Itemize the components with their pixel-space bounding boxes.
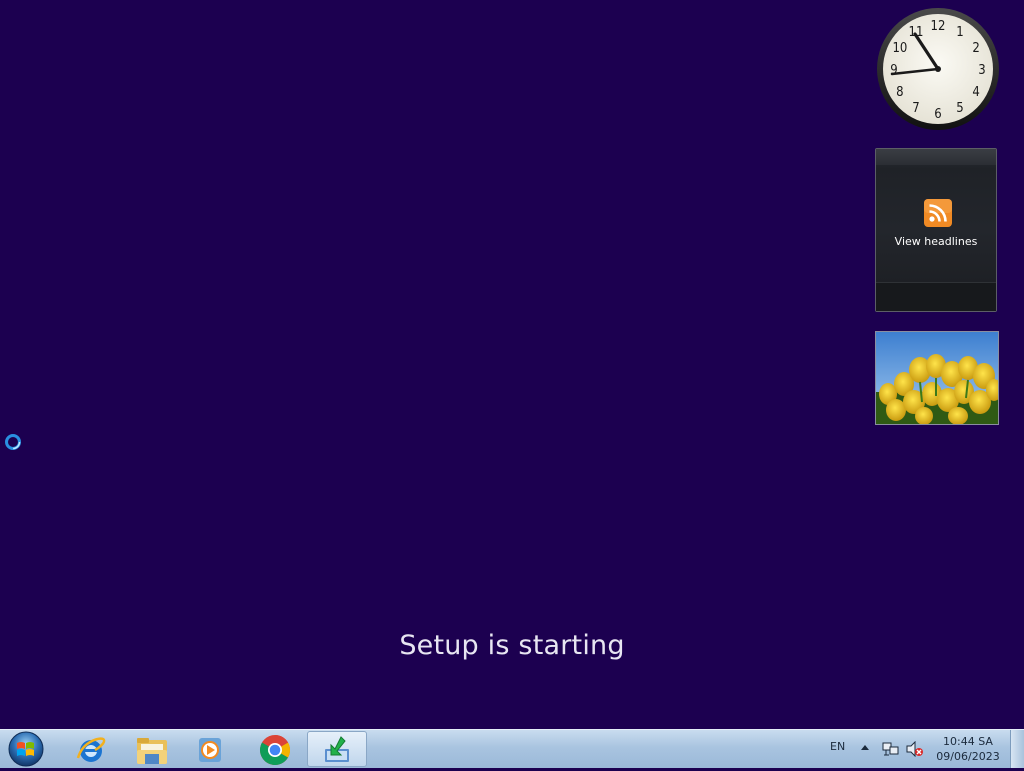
clock-numeral: 4 (972, 85, 979, 100)
clock-numeral: 7 (912, 101, 919, 116)
clock-numeral: 9 (890, 63, 897, 78)
taskbar-windows-explorer[interactable] (122, 731, 180, 767)
show-hidden-icons-arrow[interactable] (860, 743, 870, 751)
feed-gadget-footer (876, 282, 996, 311)
media-player-icon (199, 738, 221, 762)
internet-explorer-icon (76, 737, 106, 762)
desktop[interactable]: 12 1 2 3 4 5 6 7 8 9 10 11 View headlines (0, 0, 1024, 729)
clock-numeral: 3 (978, 63, 985, 78)
feed-gadget-header (876, 149, 996, 165)
slideshow-gadget[interactable] (875, 331, 999, 425)
show-desktop-button[interactable] (1010, 730, 1024, 768)
feed-headlines-gadget[interactable]: View headlines (875, 148, 997, 312)
clock-numeral: 6 (934, 107, 941, 122)
start-button[interactable] (5, 731, 47, 767)
tray-date: 09/06/2023 (936, 750, 1000, 763)
clock-numeral: 12 (931, 19, 946, 34)
taskbar: EN 10:44 SA 09/06/2023 (0, 729, 1024, 768)
clock-gadget[interactable]: 12 1 2 3 4 5 6 7 8 9 10 11 (875, 6, 1001, 132)
clock-numeral: 2 (972, 41, 979, 56)
view-headlines-label[interactable]: View headlines (876, 235, 996, 248)
tray-clock[interactable]: 10:44 SA 09/06/2023 (930, 734, 1006, 764)
tray-time: 10:44 SA (943, 735, 993, 748)
taskbar-chrome[interactable] (246, 731, 304, 767)
busy-cursor-icon (5, 434, 21, 450)
taskbar-media-player[interactable] (182, 731, 240, 767)
taskbar-internet-explorer[interactable] (62, 731, 120, 767)
chrome-icon (259, 735, 291, 766)
tulips-photo (876, 332, 998, 424)
windows-logo-icon (8, 731, 44, 767)
clock-numeral: 10 (892, 41, 907, 56)
clock-numeral: 8 (896, 85, 903, 100)
taskbar-setup[interactable] (307, 731, 367, 767)
setup-icon (325, 736, 349, 762)
language-indicator[interactable]: EN (830, 740, 845, 753)
volume-muted-icon[interactable] (906, 741, 924, 757)
clock-numeral: 1 (956, 25, 963, 40)
clock-numeral: 5 (956, 101, 963, 116)
folder-icon (137, 738, 167, 764)
rss-icon (924, 199, 952, 227)
clock-face: 12 1234567891011 (877, 8, 999, 130)
network-icon[interactable] (882, 741, 900, 757)
setup-status-message: Setup is starting (399, 630, 625, 661)
